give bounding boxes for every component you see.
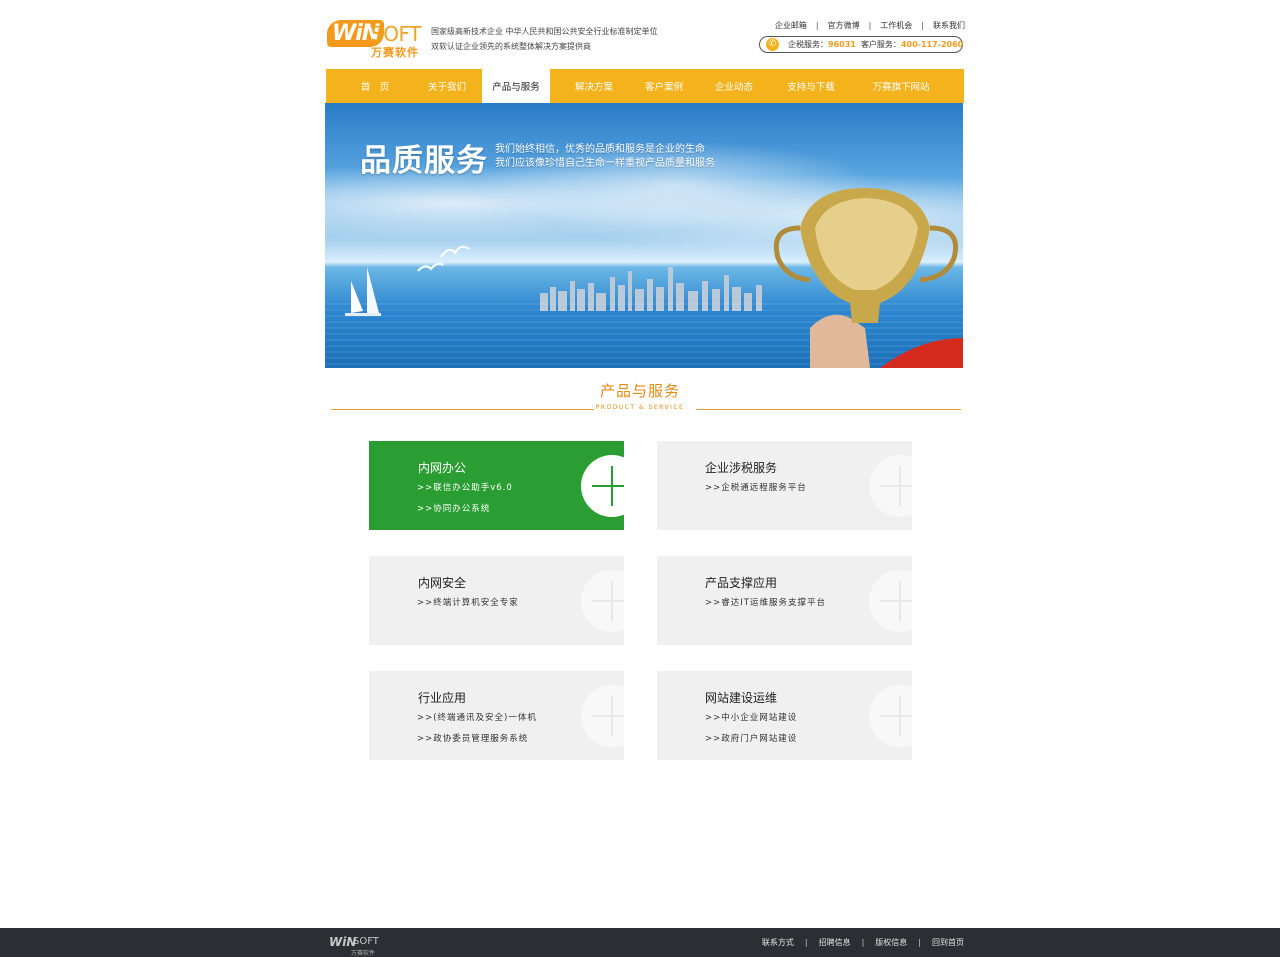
product-card-office[interactable]: 内网办公 >>联信办公助手v6.0 >>协同办公系统 bbox=[369, 441, 624, 530]
top-links: 企业邮箱 | 官方微博 | 工作机会 | 联系我们 bbox=[775, 20, 965, 31]
card-title: 网站建设运维 bbox=[705, 691, 778, 705]
footer-link-copyright[interactable]: 版权信息 bbox=[875, 938, 907, 947]
plus-icon[interactable] bbox=[869, 685, 912, 747]
divider: | bbox=[868, 21, 872, 30]
hero-banner: 品质服务 我们始终相信，优秀的品质和服务是企业的生命 我们应该像珍惜自己生命一样… bbox=[325, 103, 963, 368]
footer-link-home[interactable]: 回到首页 bbox=[932, 938, 964, 947]
section-subtitle: PRODUCT & SERVICE bbox=[595, 404, 685, 411]
page: WiN SOFT 万赛软件 国家级高新技术企业 中华人民共和国公共安全行业标准制… bbox=[0, 0, 1280, 957]
winsoft-logo[interactable]: WiN SOFT 万赛软件 bbox=[327, 14, 425, 59]
footer-logo-soft: SOFT bbox=[353, 936, 379, 947]
nav-item-sites[interactable]: 万赛旗下网站 bbox=[856, 69, 946, 103]
divider: | bbox=[815, 21, 819, 30]
card-title: 产品支撑应用 bbox=[705, 576, 778, 590]
card-link[interactable]: >>联信办公助手v6.0 bbox=[417, 481, 513, 493]
card-link[interactable]: >>企税通远程服务平台 bbox=[705, 481, 807, 493]
sailboats-image bbox=[345, 267, 381, 316]
card-link[interactable]: >>协同办公系统 bbox=[417, 502, 490, 514]
phone-icon: ✆ bbox=[766, 38, 779, 51]
header: WiN SOFT 万赛软件 国家级高新技术企业 中华人民共和国公共安全行业标准制… bbox=[325, 10, 965, 60]
product-card-industry[interactable]: 行业应用 >>(终端通讯及安全)一体机 >>政协委员管理服务系统 bbox=[369, 671, 624, 760]
card-title: 内网安全 bbox=[418, 576, 467, 590]
seagulls-image bbox=[417, 245, 470, 272]
plus-icon[interactable] bbox=[581, 570, 624, 632]
phone-label-tax: 企税服务： bbox=[788, 40, 828, 49]
nav-item-support[interactable]: 支持与下载 bbox=[772, 69, 850, 103]
card-title: 行业应用 bbox=[418, 691, 467, 705]
product-card-support-app[interactable]: 产品支撑应用 >>睿达IT运维服务支撑平台 bbox=[657, 556, 912, 645]
card-title: 内网办公 bbox=[418, 461, 467, 475]
top-link-jobs[interactable]: 工作机会 bbox=[880, 20, 912, 31]
service-phone-box: ✆ 企税服务：96031 客户服务：400-117-2060 bbox=[759, 36, 963, 53]
divider: | bbox=[918, 938, 921, 947]
main-nav: 首 页 关于我们 产品与服务 解决方案 客户案例 企业动态 支持与下载 万赛旗下… bbox=[326, 69, 964, 103]
card-link[interactable]: >>睿达IT运维服务支撑平台 bbox=[705, 596, 826, 608]
footer: WiN SOFT 万赛软件 联系方式 | 招聘信息 | 版权信息 | 回到首页 bbox=[0, 928, 1280, 957]
banner-line2: 我们应该像珍惜自己生命一样重视产品质量和服务 bbox=[495, 158, 715, 169]
company-tagline: 国家级高新技术企业 中华人民共和国公共安全行业标准制定单位 双软认证企业领先的系… bbox=[431, 24, 658, 54]
banner-line1: 我们始终相信，优秀的品质和服务是企业的生命 bbox=[495, 144, 705, 155]
nav-item-products[interactable]: 产品与服务 bbox=[482, 69, 550, 103]
card-link[interactable]: >>(终端通讯及安全)一体机 bbox=[417, 711, 537, 723]
phone-number-customer: 400-117-2060 bbox=[900, 40, 964, 49]
plus-icon[interactable] bbox=[869, 455, 912, 517]
nav-item-news[interactable]: 企业动态 bbox=[698, 69, 770, 103]
phone-number-tax: 96031 bbox=[828, 40, 856, 49]
plus-icon[interactable] bbox=[581, 685, 624, 747]
top-link-weibo[interactable]: 官方微博 bbox=[828, 20, 860, 31]
nav-item-solutions[interactable]: 解决方案 bbox=[558, 69, 630, 103]
card-title: 企业涉税服务 bbox=[705, 461, 778, 475]
footer-links: 联系方式 | 招聘信息 | 版权信息 | 回到首页 bbox=[762, 937, 964, 948]
banner-subtitle: 我们始终相信，优秀的品质和服务是企业的生命 我们应该像珍惜自己生命一样重视产品质… bbox=[495, 143, 715, 171]
divider: | bbox=[804, 938, 808, 947]
product-card-website[interactable]: 网站建设运维 >>中小企业网站建设 >>政府门户网站建设 bbox=[657, 671, 912, 760]
plus-icon[interactable] bbox=[869, 570, 912, 632]
top-link-email[interactable]: 企业邮箱 bbox=[775, 20, 807, 31]
plus-icon[interactable] bbox=[581, 455, 624, 517]
divider: | bbox=[861, 938, 865, 947]
logo-soft-text: SOFT bbox=[371, 22, 421, 46]
footer-link-jobs[interactable]: 招聘信息 bbox=[819, 938, 851, 947]
tagline-line1: 国家级高新技术企业 中华人民共和国公共安全行业标准制定单位 bbox=[431, 27, 658, 36]
top-link-contact[interactable]: 联系我们 bbox=[933, 20, 965, 31]
banner-title: 品质服务 bbox=[360, 143, 488, 179]
product-card-tax[interactable]: 企业涉税服务 >>企税通远程服务平台 bbox=[657, 441, 912, 530]
card-link[interactable]: >>政府门户网站建设 bbox=[705, 732, 797, 744]
section-divider-left bbox=[331, 409, 594, 410]
nav-item-about[interactable]: 关于我们 bbox=[408, 69, 486, 103]
card-link[interactable]: >>终端计算机安全专家 bbox=[417, 596, 519, 608]
product-card-security[interactable]: 内网安全 >>终端计算机安全专家 bbox=[369, 556, 624, 645]
footer-link-contact[interactable]: 联系方式 bbox=[762, 938, 794, 947]
phone-label-customer: 客户服务： bbox=[860, 40, 901, 49]
logo-chinese-text: 万赛软件 bbox=[371, 46, 419, 59]
section-divider-right bbox=[696, 409, 961, 410]
trophy-image bbox=[770, 188, 963, 368]
divider: | bbox=[921, 21, 924, 30]
nav-item-cases[interactable]: 客户案例 bbox=[628, 69, 700, 103]
footer-logo-chinese: 万赛软件 bbox=[351, 950, 376, 957]
card-link[interactable]: >>中小企业网站建设 bbox=[705, 711, 797, 723]
tagline-line2: 双软认证企业领先的系统整体解决方案提供商 bbox=[431, 42, 591, 51]
footer-logo[interactable]: WiN SOFT 万赛软件 bbox=[329, 933, 389, 957]
card-link[interactable]: >>政协委员管理服务系统 bbox=[417, 732, 528, 744]
section-title: 产品与服务 bbox=[599, 382, 680, 400]
